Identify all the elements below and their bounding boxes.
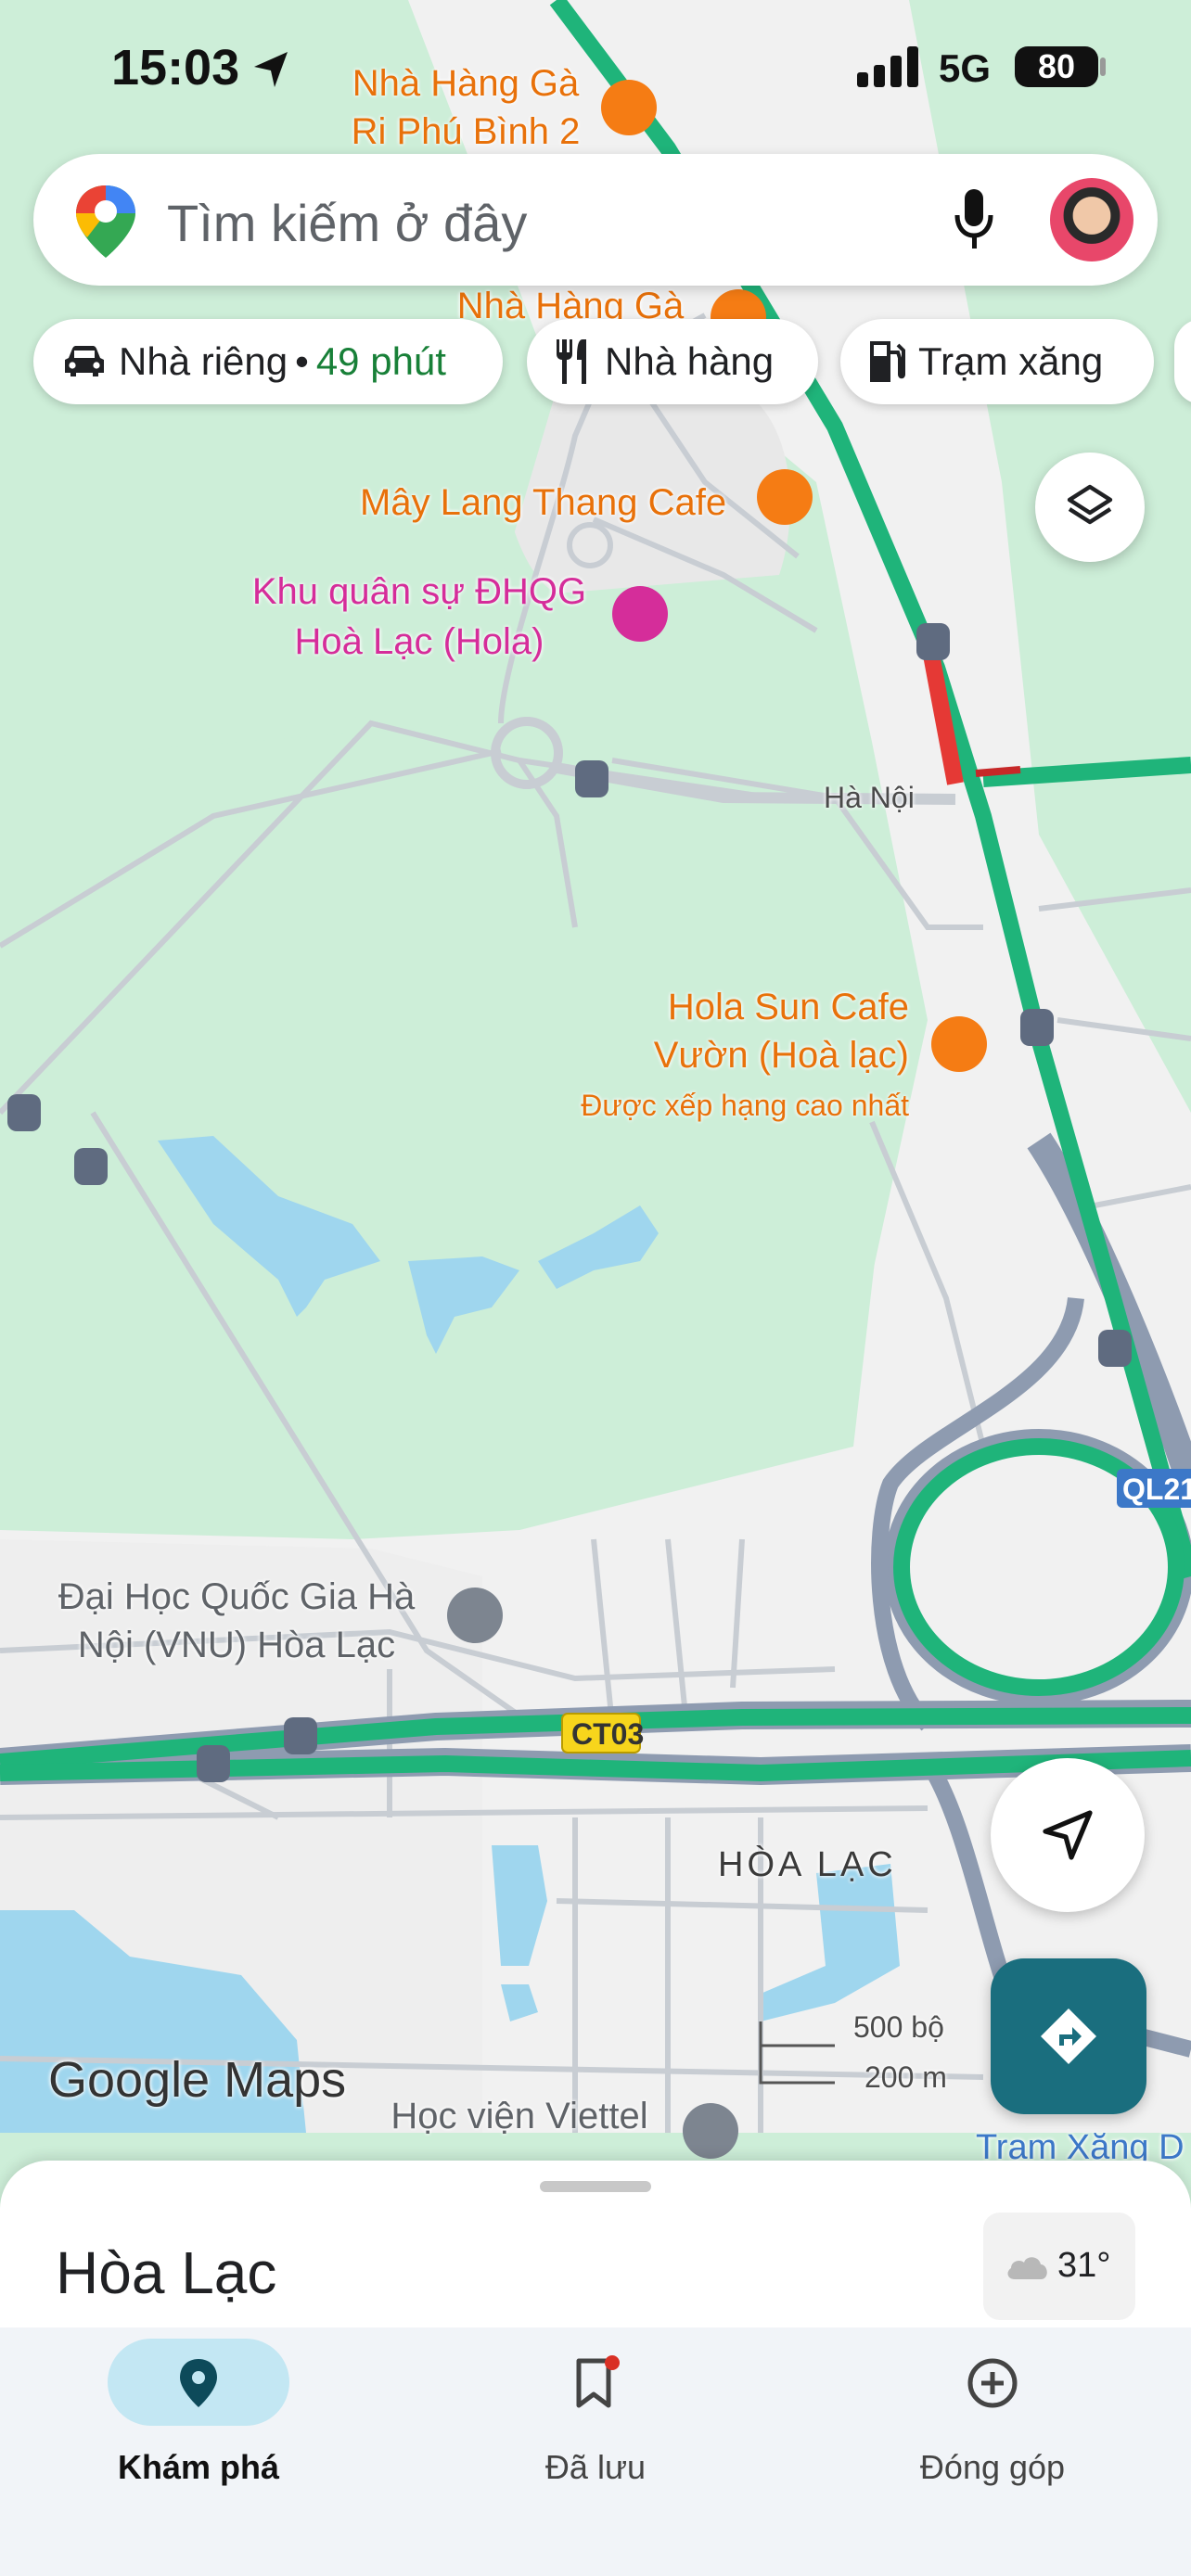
chip-home-separator: • <box>295 339 309 383</box>
restaurant-icon <box>557 339 586 384</box>
chip-restaurants-label: Nhà hàng <box>605 339 775 383</box>
directions-button[interactable] <box>991 1958 1146 2114</box>
bookmark-icon <box>576 2355 620 2408</box>
bottom-sheet[interactable]: Hòa Lạc 31° <box>0 2161 1191 2327</box>
navigation-arrow-icon <box>1043 1810 1093 1860</box>
nav-contribute-label: Đóng góp <box>919 2448 1066 2486</box>
status-network: 5G <box>939 46 992 90</box>
scale-metric: 200 m <box>864 2060 947 2094</box>
explore-pin-icon <box>180 2359 217 2407</box>
nav-explore[interactable]: Khám phá <box>0 2327 397 2576</box>
my-location-button[interactable] <box>991 1758 1145 1912</box>
signal-bars-icon <box>857 46 918 87</box>
nav-saved-label: Đã lưu <box>544 2448 647 2486</box>
poi-label-hola-sun-line2[interactable]: Vườn (Hoà lạc) <box>594 1031 909 1079</box>
add-circle-icon <box>967 2358 1018 2408</box>
poi-label-viettel-line1[interactable]: Học viện Viettel <box>352 2092 686 2140</box>
weather-temperature: 31° <box>1057 2246 1111 2285</box>
sheet-drag-handle[interactable] <box>540 2181 651 2192</box>
chip-home-eta: 49 phút <box>315 339 446 383</box>
layers-icon <box>1067 484 1113 525</box>
poi-label-military-line2[interactable]: Hoà Lạc (Hola) <box>243 618 596 666</box>
chip-restaurants[interactable]: Nhà hàng <box>527 319 818 404</box>
layers-button[interactable] <box>1035 453 1145 562</box>
road-label-ha-noi: Hà Nội <box>824 781 915 814</box>
nav-contribute[interactable]: Đóng góp <box>794 2327 1191 2576</box>
status-bar: 15:03 5G 80 <box>0 0 1191 139</box>
poi-label-military-line1[interactable]: Khu quân sự ĐHQG <box>243 567 596 616</box>
road-shield-ql21a: QL21A <box>1122 1473 1191 1506</box>
microphone-icon[interactable] <box>954 185 994 254</box>
avatar[interactable] <box>1050 178 1133 261</box>
scale-imperial: 500 bộ <box>853 2010 944 2044</box>
road-shield-ct03: CT03 <box>571 1717 645 1751</box>
bottom-navigation: Khám phá Đã lưu Đóng góp <box>0 2327 1191 2576</box>
search-bar[interactable]: Tìm kiếm ở đây <box>33 154 1158 286</box>
google-maps-logo: Google Maps <box>48 2052 347 2108</box>
car-icon <box>65 346 104 376</box>
chip-gas-station-label: Trạm xăng <box>918 339 1104 383</box>
poi-label-vnu-line1[interactable]: Đại Học Quốc Gia Hà <box>37 1573 436 1621</box>
poi-label-hola-sun-line1[interactable]: Hola Sun Cafe <box>594 983 909 1031</box>
google-maps-pin-icon <box>76 185 135 258</box>
status-time: 15:03 <box>111 40 240 96</box>
nav-saved[interactable]: Đã lưu <box>397 2327 794 2576</box>
area-label-hoa-lac: HÒA LẠC <box>718 1845 897 1884</box>
cloud-icon <box>1007 2257 1047 2279</box>
chip-home[interactable]: Nhà riêng • 49 phút <box>33 319 503 404</box>
location-arrow-icon <box>254 52 288 87</box>
poi-label-vnu-line2[interactable]: Nội (VNU) Hòa Lạc <box>37 1621 436 1669</box>
poi-label-hola-sun-rating: Được xếp hạng cao nhất <box>581 1089 909 1122</box>
battery-tip <box>1100 57 1106 76</box>
weather-badge[interactable]: 31° <box>983 2213 1135 2320</box>
search-input[interactable]: Tìm kiếm ở đây <box>167 193 527 253</box>
chip-home-label: Nhà riêng <box>119 339 288 383</box>
battery-indicator: 80 <box>1015 46 1098 87</box>
place-title: Hòa Lạc <box>56 2239 277 2306</box>
poi-label-may-lang-thang[interactable]: Mây Lang Thang Cafe <box>360 478 749 527</box>
gas-station-icon <box>870 341 905 382</box>
chip-gas-station[interactable]: Trạm xăng <box>840 319 1154 404</box>
directions-icon <box>1041 2009 1096 2064</box>
nav-explore-label: Khám phá <box>117 2448 280 2486</box>
